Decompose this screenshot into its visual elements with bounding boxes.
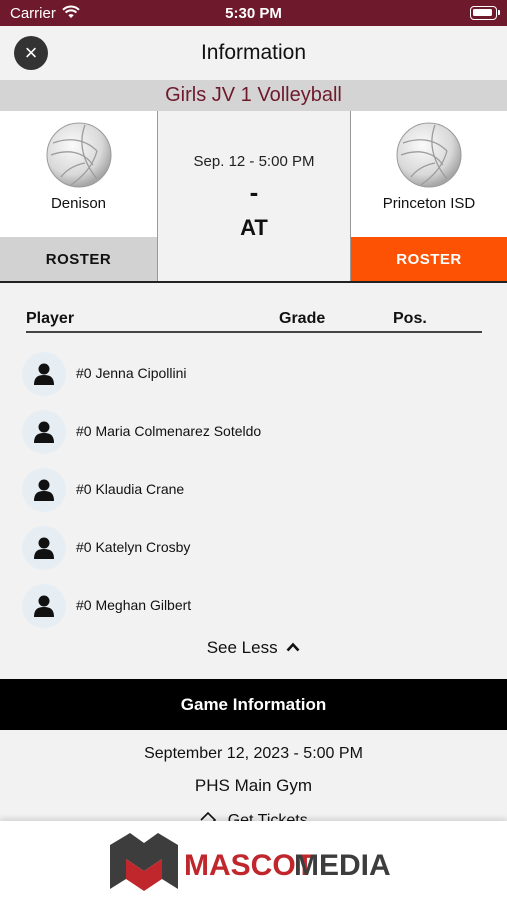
- game-information-header: Game Information: [0, 679, 507, 730]
- home-roster-button[interactable]: ROSTER: [0, 237, 157, 282]
- see-less-button[interactable]: See Less: [0, 638, 507, 658]
- table-row[interactable]: #0 Katelyn Crosby: [22, 526, 482, 572]
- roster-table: Player Grade Pos. #0 Jenna Cipollini #0 …: [22, 308, 482, 628]
- avatar: [22, 352, 66, 396]
- table-row[interactable]: #0 Klaudia Crane: [22, 468, 482, 514]
- game-datetime: Sep. 12 - 5:00 PM: [193, 153, 315, 170]
- column-header-grade: Grade: [279, 310, 326, 327]
- page-title: Information: [200, 41, 307, 64]
- game-summary: Sep. 12 - 5:00 PM - AT: [157, 111, 351, 282]
- player-name: #0 Katelyn Crosby: [76, 539, 191, 555]
- divider: [0, 281, 507, 283]
- footer: MASCOT MEDIA: [0, 821, 507, 900]
- home-team-name: Denison: [50, 195, 107, 212]
- game-info-date: September 12, 2023 - 5:00 PM: [144, 745, 363, 762]
- player-name: #0 Meghan Gilbert: [76, 597, 192, 613]
- mascot-media-logo: MASCOT MEDIA: [110, 833, 391, 891]
- battery-icon: [470, 6, 500, 20]
- player-name: #0 Klaudia Crane: [76, 481, 185, 497]
- clock: 5:30 PM: [225, 5, 282, 22]
- column-header-player: Player: [26, 310, 75, 327]
- volleyball-icon: [46, 122, 111, 188]
- person-icon: [34, 421, 54, 443]
- person-icon: [34, 537, 54, 559]
- game-info-venue: PHS Main Gym: [194, 776, 313, 795]
- matchup-panel: Denison ROSTER Sep. 12 - 5:00 PM - AT Pr…: [0, 111, 507, 282]
- away-roster-button[interactable]: ROSTER: [351, 237, 507, 282]
- avatar: [22, 584, 66, 628]
- status-bar: Carrier 5:30 PM: [0, 0, 507, 26]
- table-row[interactable]: #0 Jenna Cipollini: [22, 352, 482, 398]
- see-less-label: See Less: [206, 638, 278, 657]
- close-icon: ×: [24, 40, 38, 65]
- table-row[interactable]: #0 Maria Colmenarez Soteldo: [22, 410, 482, 456]
- brand-media: MEDIA: [294, 849, 391, 882]
- table-row[interactable]: #0 Meghan Gilbert: [22, 584, 482, 630]
- avatar: [22, 468, 66, 512]
- player-name: #0 Jenna Cipollini: [76, 365, 187, 381]
- person-icon: [34, 363, 54, 385]
- column-header-position: Pos.: [393, 310, 427, 327]
- game-title: Girls JV 1 Volleyball: [0, 80, 507, 111]
- away-team: Princeton ISD ROSTER: [351, 111, 507, 282]
- game-score: -: [249, 177, 259, 207]
- chevron-up-icon: [286, 642, 300, 652]
- avatar: [22, 410, 66, 454]
- person-icon: [34, 595, 54, 617]
- avatar: [22, 526, 66, 570]
- home-team: Denison ROSTER: [0, 111, 157, 282]
- volleyball-icon: [396, 122, 462, 188]
- roster-header-row: Player Grade Pos.: [26, 308, 482, 333]
- person-icon: [34, 479, 54, 501]
- player-name: #0 Maria Colmenarez Soteldo: [76, 423, 262, 439]
- away-team-name: Princeton ISD: [382, 195, 476, 212]
- location-indicator: AT: [240, 215, 268, 240]
- nav-bar: × Information: [0, 26, 507, 80]
- close-button[interactable]: ×: [14, 36, 48, 70]
